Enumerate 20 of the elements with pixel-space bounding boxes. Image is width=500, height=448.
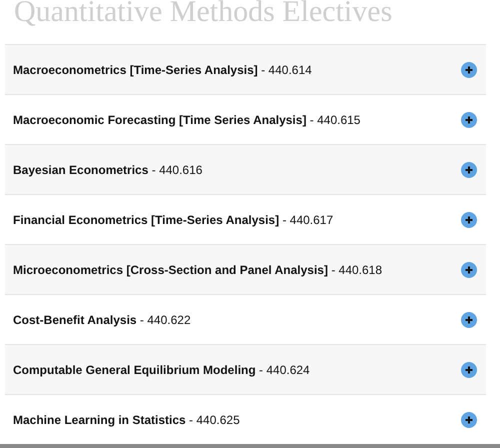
- accordion-item[interactable]: Computable General Equilibrium Modeling - 440.624: [5, 344, 486, 394]
- accordion-item[interactable]: Macroeconometrics [Time-Series Analysis] - 440.614: [5, 44, 486, 94]
- course-title: Computable General Equilibrium Modeling - 440.624: [13, 362, 310, 376]
- plus-icon[interactable]: [461, 262, 477, 278]
- course-title: Cost-Benefit Analysis - 440.622: [13, 312, 191, 326]
- accordion-item[interactable]: Microeconometrics [Cross-Section and Panel Analysis] - 440.618: [5, 244, 486, 294]
- plus-icon[interactable]: [461, 212, 477, 228]
- plus-icon[interactable]: [461, 362, 477, 378]
- course-title: Macroeconomic Forecasting [Time Series Analysis] - 440.615: [13, 112, 360, 126]
- accordion-item[interactable]: Bayesian Econometrics - 440.616: [5, 144, 486, 194]
- plus-icon[interactable]: [461, 62, 477, 78]
- plus-icon[interactable]: [461, 412, 477, 428]
- course-title: Microeconometrics [Cross-Section and Panel Analysis] - 440.618: [13, 262, 382, 276]
- course-title: Financial Econometrics [Time-Series Analysis] - 440.617: [13, 212, 334, 226]
- plus-icon[interactable]: [461, 162, 477, 178]
- course-title: Macroeconometrics [Time-Series Analysis] - 440.614: [13, 62, 312, 76]
- plus-icon[interactable]: [461, 312, 477, 328]
- course-title: Machine Learning in Statistics - 440.625: [13, 412, 240, 426]
- course-title: Bayesian Econometrics - 440.616: [13, 162, 202, 176]
- plus-icon[interactable]: [461, 112, 477, 128]
